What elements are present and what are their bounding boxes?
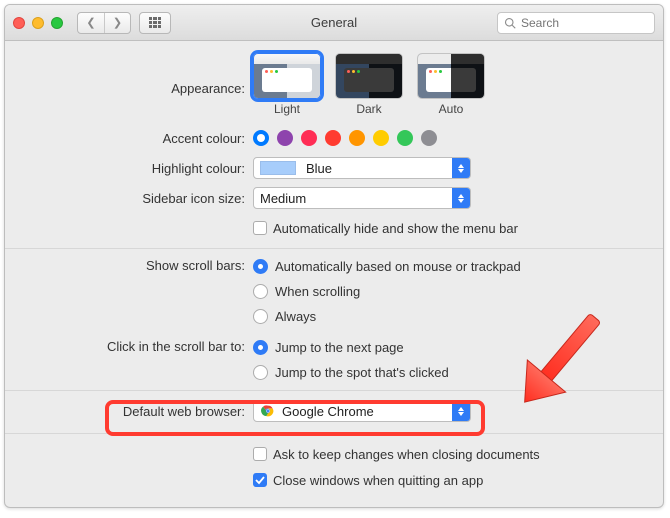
scrollclick-option-1[interactable]: Jump to the spot that's clicked <box>253 365 449 380</box>
titlebar: ❮ ❯ General <box>5 5 663 41</box>
accent-color-0[interactable] <box>253 130 269 146</box>
default-browser-popup[interactable]: Google Chrome <box>253 400 471 422</box>
preferences-window: ❮ ❯ General Appearance: Light <box>4 4 664 508</box>
close-windows-quit-label: Close windows when quitting an app <box>273 473 483 488</box>
scrollclick-label: Click in the scroll bar to: <box>5 338 253 354</box>
highlight-popup[interactable]: Blue <box>253 157 471 179</box>
accent-color-group <box>253 130 437 146</box>
scrollbars-option-1[interactable]: When scrolling <box>253 284 360 299</box>
appearance-option-dark[interactable]: Dark <box>335 53 403 116</box>
minimize-icon[interactable] <box>32 17 44 29</box>
forward-button[interactable]: ❯ <box>104 13 130 33</box>
search-input[interactable] <box>521 16 648 30</box>
appearance-dark-label: Dark <box>356 102 381 116</box>
appearance-option-auto[interactable]: Auto <box>417 53 485 116</box>
sidebar-size-popup[interactable]: Medium <box>253 187 471 209</box>
accent-color-3[interactable] <box>325 130 341 146</box>
close-icon[interactable] <box>13 17 25 29</box>
accent-color-2[interactable] <box>301 130 317 146</box>
appearance-light-label: Light <box>274 102 300 116</box>
accent-color-4[interactable] <box>349 130 365 146</box>
scrollclick-option-0[interactable]: Jump to the next page <box>253 340 404 355</box>
appearance-option-light[interactable]: Light <box>253 53 321 116</box>
zoom-icon[interactable] <box>51 17 63 29</box>
chevron-updown-icon <box>452 188 470 208</box>
chrome-icon <box>260 403 276 419</box>
search-icon <box>504 17 516 29</box>
back-button[interactable]: ❮ <box>78 13 104 33</box>
autohide-menubar-checkbox[interactable]: Automatically hide and show the menu bar <box>253 221 518 236</box>
ask-keep-changes-label: Ask to keep changes when closing documen… <box>273 447 540 462</box>
accent-color-5[interactable] <box>373 130 389 146</box>
scrollbars-option-2[interactable]: Always <box>253 309 316 324</box>
chevron-updown-icon <box>452 401 470 421</box>
browser-value: Google Chrome <box>282 404 374 419</box>
content-area: Appearance: Light Dark Auto <box>5 41 663 492</box>
ask-keep-changes-checkbox[interactable]: Ask to keep changes when closing documen… <box>253 447 540 462</box>
chevron-updown-icon <box>452 158 470 178</box>
window-controls <box>13 17 63 29</box>
show-all-button[interactable] <box>139 12 171 34</box>
appearance-label: Appearance: <box>5 53 253 96</box>
scrollbars-label: Show scroll bars: <box>5 257 253 273</box>
accent-color-6[interactable] <box>397 130 413 146</box>
highlight-swatch <box>260 161 296 175</box>
close-windows-quit-checkbox[interactable]: Close windows when quitting an app <box>253 473 483 488</box>
scrollbars-option-0[interactable]: Automatically based on mouse or trackpad <box>253 259 521 274</box>
grid-icon <box>149 17 161 29</box>
browser-label: Default web browser: <box>5 404 253 419</box>
search-field[interactable] <box>497 12 655 34</box>
accent-label: Accent colour: <box>5 131 253 146</box>
highlight-label: Highlight colour: <box>5 161 253 176</box>
highlight-value: Blue <box>306 161 332 176</box>
sidebar-value: Medium <box>254 191 452 206</box>
sidebar-label: Sidebar icon size: <box>5 191 253 206</box>
appearance-auto-label: Auto <box>439 102 464 116</box>
accent-color-1[interactable] <box>277 130 293 146</box>
accent-color-7[interactable] <box>421 130 437 146</box>
back-forward-segment: ❮ ❯ <box>77 12 131 34</box>
autohide-menubar-label: Automatically hide and show the menu bar <box>273 221 518 236</box>
